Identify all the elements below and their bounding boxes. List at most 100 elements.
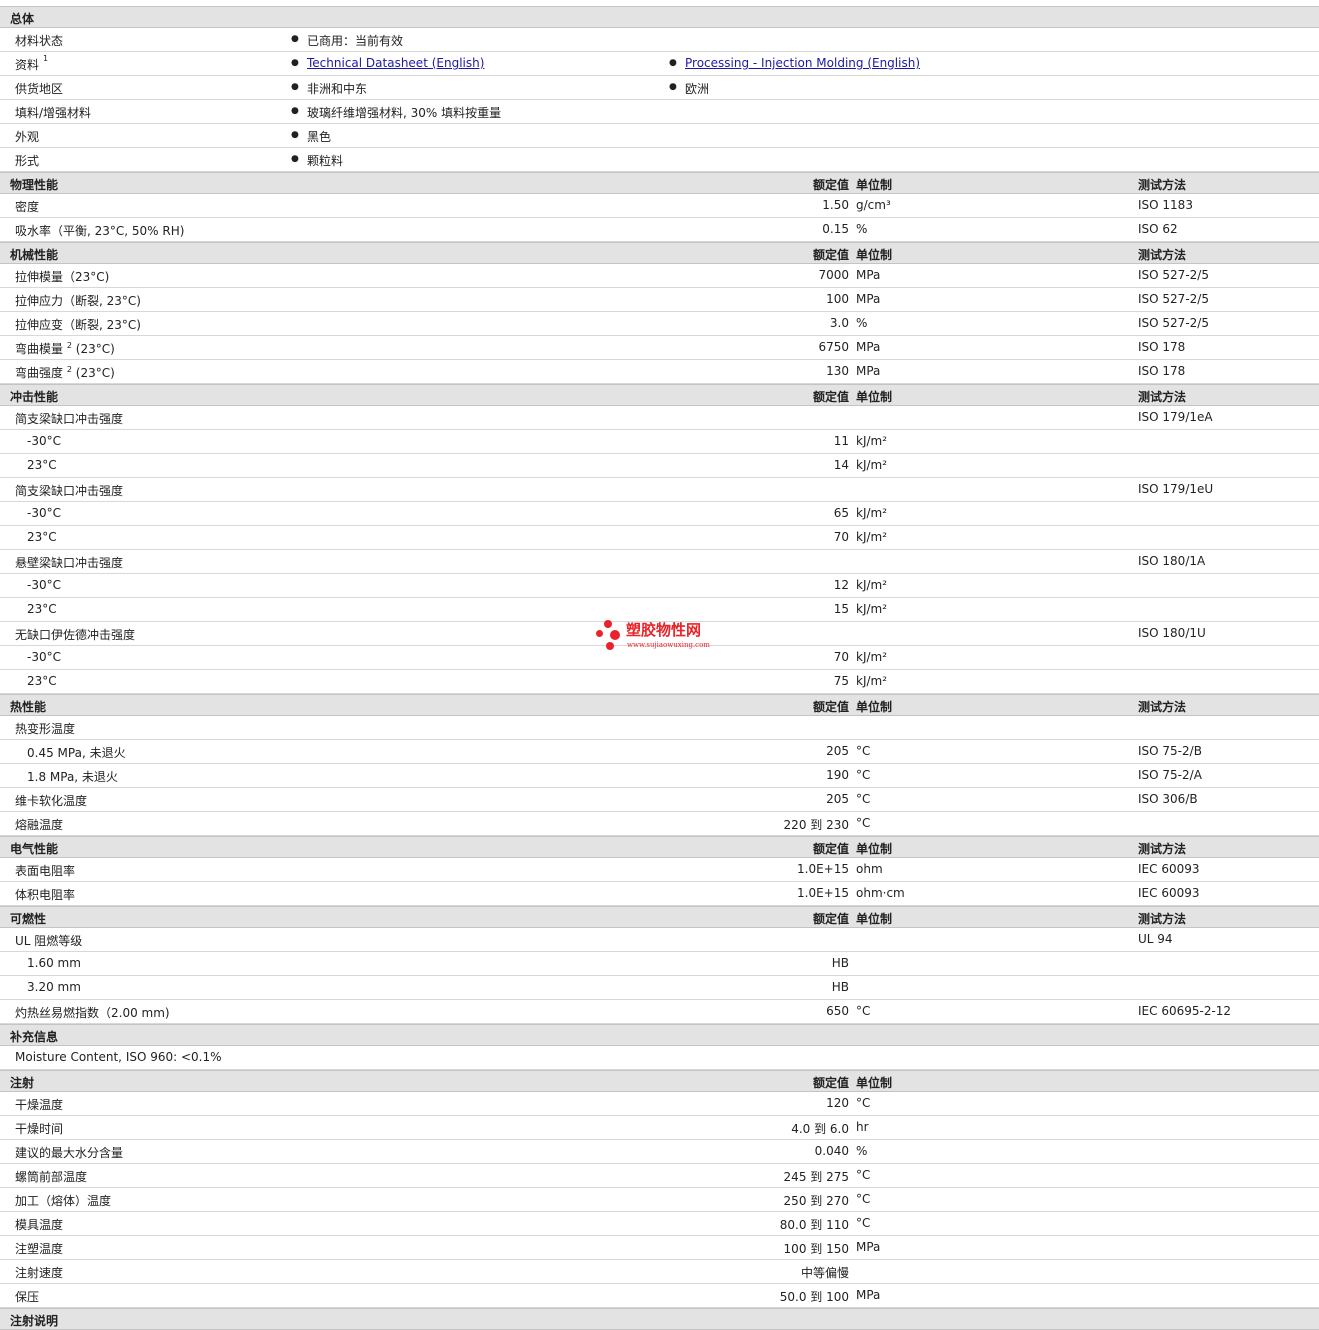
property-name: 简支梁缺口冲击强度: [15, 482, 123, 499]
property-name-text: 悬壁梁缺口冲击强度: [15, 556, 124, 570]
property-item: 已商用：当前有效: [307, 34, 404, 48]
property-name: 填料/增强材料: [15, 106, 92, 120]
logo-dot: [604, 620, 612, 628]
test-method: ISO 527-2/5: [1138, 292, 1209, 306]
property-unit: %: [856, 222, 868, 236]
property-name-text: 热变形温度: [15, 722, 76, 736]
property-value: 50.0 到 100: [779, 1290, 849, 1304]
section-title: 补充信息: [10, 1030, 59, 1044]
property-unit: MPa: [856, 1288, 881, 1302]
property-unit: °C: [856, 1216, 871, 1230]
header-value: 额定值: [812, 700, 849, 714]
bullet-icon: ●: [291, 58, 299, 68]
property-row: 简支梁缺口冲击强度 ISO 179/1eA: [0, 406, 1319, 430]
section-title: 冲击性能: [10, 390, 59, 404]
property-name-text: 1.8 MPa, 未退火: [27, 770, 118, 784]
property-name: 材料状态: [15, 34, 64, 48]
property-name: 干燥时间: [15, 1120, 63, 1137]
section-title: 热性能: [10, 700, 47, 714]
bullet-icon: ●: [291, 130, 299, 140]
property-name-text: 简支梁缺口冲击强度: [15, 412, 124, 426]
property-row: 熔融温度 220 到 230 °C: [0, 812, 1319, 836]
property-row: 加工（熔体）温度 250 到 270 °C: [0, 1188, 1319, 1212]
property-name: 无缺口伊佐德冲击强度: [15, 626, 135, 643]
test-method: ISO 306/B: [1138, 792, 1198, 806]
property-row: 螺筒前部温度 245 到 275 °C: [0, 1164, 1319, 1188]
datasheet-link[interactable]: Processing - Injection Molding (English): [685, 56, 920, 70]
property-name: 3.20 mm: [27, 980, 81, 994]
property-name-text: -30°C: [27, 506, 61, 520]
property-name-text: -30°C: [27, 578, 61, 592]
property-unit: kJ/m²: [856, 602, 888, 616]
property-row: 1.8 MPa, 未退火 190 °C ISO 75-2/A: [0, 764, 1319, 788]
test-method: IEC 60695-2-12: [1138, 1004, 1232, 1018]
property-value: 80.0 到 110: [779, 1218, 849, 1232]
property-row: 23°C 70 kJ/m²: [0, 526, 1319, 550]
property-row: 材料状态 ● 已商用：当前有效: [0, 28, 1319, 52]
property-row: 干燥时间 4.0 到 6.0 hr: [0, 1116, 1319, 1140]
property-unit: g/cm³: [856, 198, 891, 212]
property-value: HB: [831, 980, 849, 994]
property-unit: ohm: [856, 862, 883, 876]
property-value: 15: [833, 602, 849, 616]
property-name: 建议的最大水分含量: [15, 1144, 123, 1161]
logo-dot: [606, 642, 614, 650]
test-method: IEC 60093: [1138, 886, 1200, 900]
property-row: 填料/增强材料 ● 玻璃纤维增强材料, 30% 填料按重量: [0, 100, 1319, 124]
property-name: 体积电阻率: [15, 886, 75, 903]
section-title: 物理性能: [10, 178, 59, 192]
header-value: 额定值: [812, 912, 849, 926]
section-title: 机械性能: [10, 248, 59, 262]
property-row: 保压 50.0 到 100 MPa: [0, 1284, 1319, 1308]
property-item: 非洲和中东: [307, 82, 368, 96]
property-value: 220 到 230: [783, 818, 849, 832]
bullet-icon: ●: [291, 154, 299, 164]
test-method: ISO 178: [1138, 340, 1186, 354]
property-name-text: 吸水率（平衡, 23°C, 50% RH): [15, 224, 185, 238]
section-title: 可燃性: [10, 912, 47, 926]
property-row: 悬壁梁缺口冲击强度 ISO 180/1A: [0, 550, 1319, 574]
property-name-text: 拉伸模量（23°C): [15, 270, 110, 284]
test-method: ISO 1183: [1138, 198, 1193, 212]
property-item: 玻璃纤维增强材料, 30% 填料按重量: [307, 106, 502, 120]
property-value: 3.0: [829, 316, 849, 330]
property-value: 65: [833, 506, 849, 520]
property-value: 650: [826, 1004, 849, 1018]
property-name-text: 拉伸应变（断裂, 23°C): [15, 318, 141, 332]
test-method: ISO 527-2/5: [1138, 316, 1209, 330]
property-row: 维卡软化温度 205 °C ISO 306/B: [0, 788, 1319, 812]
section-header: 可燃性 额定值 单位制 测试方法: [0, 906, 1319, 928]
property-name-text: 简支梁缺口冲击强度: [15, 484, 124, 498]
property-name-text: 拉伸应力（断裂, 23°C): [15, 294, 141, 308]
header-value: 额定值: [812, 178, 849, 192]
property-unit: °C: [856, 744, 871, 758]
section-header: 电气性能 额定值 单位制 测试方法: [0, 836, 1319, 858]
property-row: 注塑温度 100 到 150 MPa: [0, 1236, 1319, 1260]
property-value: 1.0E+15: [797, 862, 849, 876]
section-title: 总体: [10, 12, 35, 26]
test-method: ISO 527-2/5: [1138, 268, 1209, 282]
footnote-marker: 1: [43, 54, 49, 63]
property-name: 23°C: [27, 602, 57, 616]
property-row: UL 阻燃等级 UL 94: [0, 928, 1319, 952]
property-row: 23°C 14 kJ/m²: [0, 454, 1319, 478]
datasheet-link[interactable]: Technical Datasheet (English): [307, 56, 484, 70]
property-value: 1.50: [822, 198, 849, 212]
logo-dot: [610, 630, 620, 640]
property-item: 黑色: [307, 130, 332, 144]
test-method: ISO 180/1A: [1138, 554, 1206, 568]
property-unit: °C: [856, 816, 871, 830]
property-row: 拉伸模量（23°C) 7000 MPa ISO 527-2/5: [0, 264, 1319, 288]
property-name: 资料: [15, 58, 40, 72]
property-name: 23°C: [27, 674, 57, 688]
footnote-marker: 2: [66, 341, 72, 350]
header-method: 测试方法: [1138, 390, 1187, 404]
property-row: Moisture Content, ISO 960: <0.1%: [0, 1046, 1319, 1070]
property-name-text: 1.60 mm: [27, 956, 81, 970]
property-unit: °C: [856, 1096, 871, 1110]
property-unit: kJ/m²: [856, 506, 888, 520]
property-row: 资料 1 ● Technical Datasheet (English) ● Proces…: [0, 52, 1319, 76]
property-name: 供货地区: [15, 82, 64, 96]
property-row: 弯曲强度 2 (23°C) 130 MPa ISO 178: [0, 360, 1319, 384]
datasheet-table: 总体 材料状态 ● 已商用：当前有效 资料 1 ● Technical Datasheet (…: [0, 6, 1319, 1330]
